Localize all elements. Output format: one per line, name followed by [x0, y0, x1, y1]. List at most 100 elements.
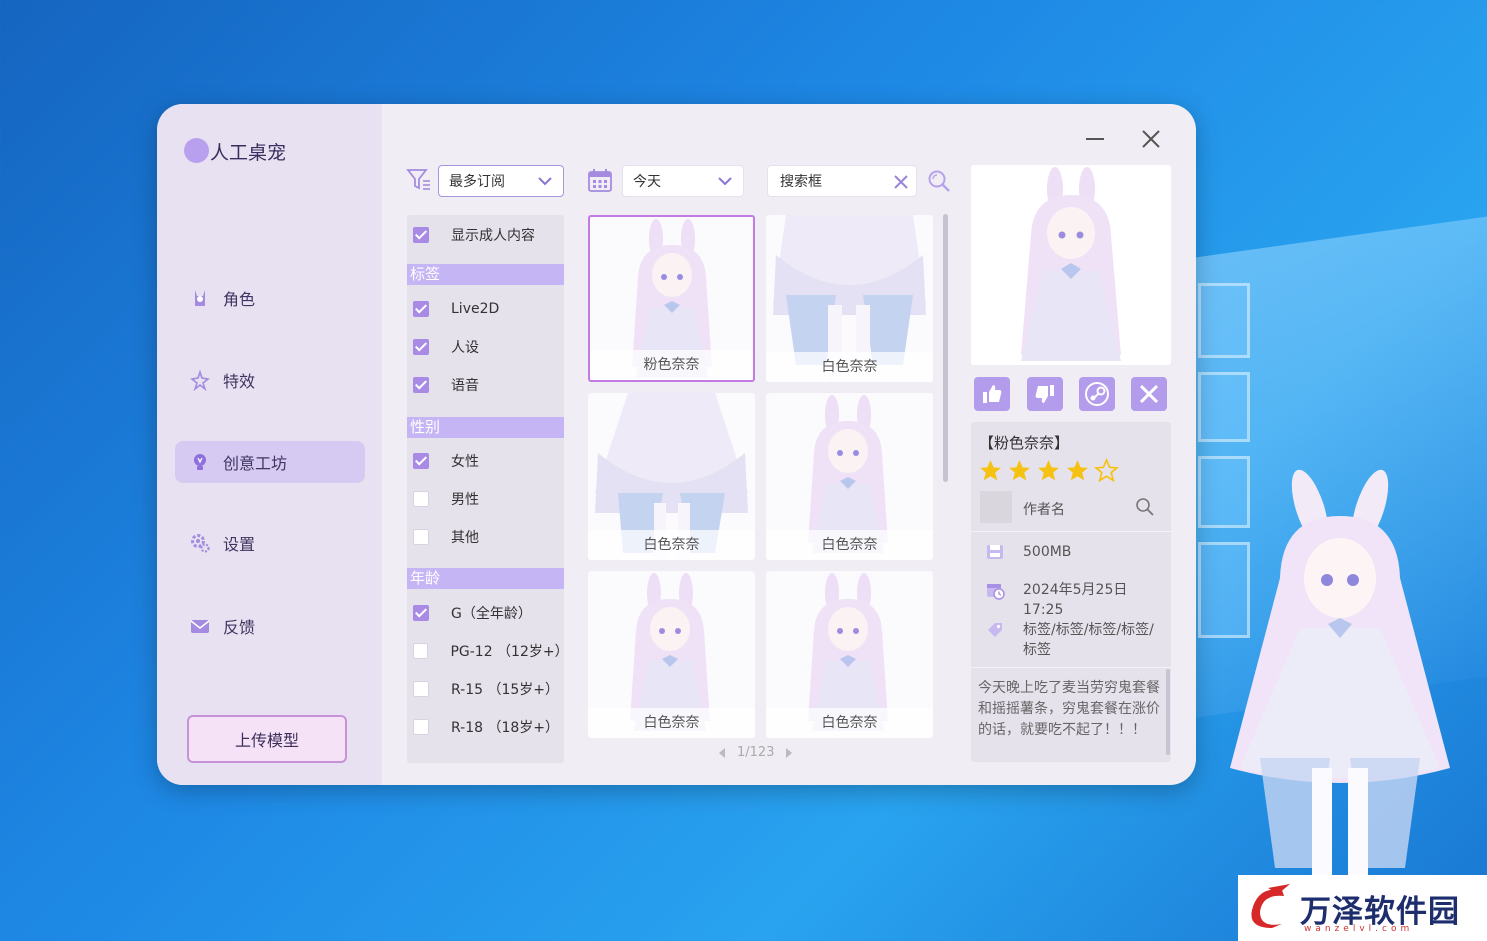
steam-button[interactable] [1079, 377, 1115, 411]
star-filled-icon[interactable] [1007, 458, 1032, 483]
preview-image [1021, 167, 1121, 361]
sidebar-item-settings[interactable]: 设置 [175, 522, 365, 564]
close-button[interactable] [1140, 128, 1162, 150]
next-page-icon[interactable] [784, 747, 794, 759]
search-input[interactable]: 搜索框 [767, 165, 917, 197]
checkbox[interactable] [413, 719, 429, 735]
watermark-subtitle: wanzelvl.com [1304, 924, 1414, 934]
checkbox[interactable] [413, 605, 429, 621]
checkbox[interactable] [413, 227, 429, 243]
checkbox-label: 女性 [451, 454, 479, 470]
star-empty-icon[interactable] [1094, 458, 1119, 483]
close-icon [1139, 384, 1159, 404]
tag-icon [988, 623, 1002, 637]
filter-panel: 显示成人内容 标签 Live2D 人设 语音 性别 女性 男性 其他 年龄 G（… [407, 215, 569, 763]
sidebar-item-workshop[interactable]: 创意工坊 [175, 441, 365, 483]
chevron-down-icon [718, 177, 732, 186]
checkbox[interactable] [413, 339, 429, 355]
model-card-label: 白色奈奈 [588, 530, 755, 560]
sidebar-item-feedback[interactable]: 反馈 [175, 605, 365, 647]
prev-page-icon[interactable] [717, 747, 727, 759]
date-select-value: 今天 [633, 174, 661, 190]
model-card[interactable]: 白色奈奈 [766, 393, 933, 560]
author-name[interactable]: 作者名 [1023, 499, 1065, 519]
rating-stars[interactable] [978, 458, 1119, 483]
sidebar-item-label: 设置 [223, 535, 256, 554]
watermark: 万泽软件园 wanzelvl.com [1238, 875, 1487, 941]
divider [971, 531, 1171, 532]
model-detail-panel: 【粉色奈奈】 作者名 500MB 2024年5月25日 17:25 标签/标签/… [971, 422, 1171, 762]
checkbox-label: PG-12 （12岁+） [450, 644, 569, 660]
search-icon[interactable] [927, 169, 951, 193]
model-card[interactable]: 白色奈奈 [766, 571, 933, 738]
calendar-icon[interactable] [587, 167, 613, 193]
search-icon[interactable] [1135, 497, 1155, 517]
gender-header: 性别 [407, 417, 564, 438]
model-card[interactable]: 粉色奈奈 [588, 215, 755, 382]
search-placeholder: 搜索框 [780, 174, 822, 190]
tag-filter-persona[interactable]: 人设 [407, 332, 564, 362]
dislike-button[interactable] [1027, 377, 1063, 411]
checkbox[interactable] [413, 529, 429, 545]
age-filter-r18[interactable]: R-18 （18岁+） [407, 712, 564, 742]
checkbox-label: 其他 [451, 530, 479, 546]
sidebar-item-label: 反馈 [223, 618, 256, 637]
age-filter-pg12[interactable]: PG-12 （12岁+） [407, 636, 569, 666]
gender-filter-female[interactable]: 女性 [407, 446, 564, 476]
upload-model-button[interactable]: 上传模型 [187, 715, 347, 763]
checkbox[interactable] [413, 377, 429, 393]
star-filled-icon[interactable] [1065, 458, 1090, 483]
pagination: 1/123 [717, 745, 794, 760]
model-card[interactable]: 白色奈奈 [588, 393, 755, 560]
checkbox[interactable] [413, 681, 429, 697]
star-filled-icon[interactable] [1036, 458, 1061, 483]
upload-date: 2024年5月25日 17:25 [1023, 582, 1128, 618]
filter-icon[interactable] [406, 166, 432, 192]
steam-icon [1085, 382, 1109, 406]
date-select[interactable]: 今天 [622, 165, 744, 197]
minimize-button[interactable] [1084, 128, 1106, 150]
checkbox[interactable] [413, 491, 429, 507]
page-indicator: 1/123 [737, 745, 775, 760]
clear-icon[interactable] [892, 173, 910, 191]
gear-icon [191, 534, 210, 553]
model-tags: 标签/标签/标签/标签/标签 [1023, 622, 1154, 658]
author-avatar[interactable] [980, 491, 1012, 523]
tag-filter-live2d[interactable]: Live2D [407, 294, 564, 324]
thumbs-up-icon [983, 385, 1002, 403]
thumbs-down-icon [1035, 385, 1054, 403]
sidebar-item-label: 特效 [223, 372, 256, 391]
checkbox[interactable] [413, 643, 429, 659]
desktop-mascot[interactable] [1200, 468, 1480, 888]
adult-content-toggle[interactable]: 显示成人内容 [407, 220, 564, 250]
like-button[interactable] [974, 377, 1010, 411]
model-card[interactable]: 白色奈奈 [766, 215, 933, 382]
gender-filter-male[interactable]: 男性 [407, 484, 564, 514]
tag-filter-voice[interactable]: 语音 [407, 370, 564, 400]
model-card-label: 白色奈奈 [766, 530, 933, 560]
age-filter-g[interactable]: G（全年龄） [407, 598, 564, 628]
model-card-label: 白色奈奈 [588, 708, 755, 738]
description-scrollbar[interactable] [1166, 669, 1170, 755]
remove-button[interactable] [1131, 377, 1167, 411]
character-icon [195, 290, 205, 306]
checkbox-label: 显示成人内容 [451, 228, 535, 244]
mail-icon [190, 620, 210, 633]
model-card[interactable]: 白色奈奈 [588, 571, 755, 738]
sidebar-item-effects[interactable]: 特效 [175, 359, 365, 401]
model-card-label: 白色奈奈 [766, 708, 933, 738]
sidebar: 人工桌宠 角色 特效 创意工坊 设置 反馈 上传模型 [157, 104, 382, 785]
app-window: 人工桌宠 角色 特效 创意工坊 设置 反馈 上传模型 最多订阅 今天 搜索框 显… [157, 104, 1196, 785]
checkbox-label: 男性 [451, 492, 479, 508]
checkbox[interactable] [413, 301, 429, 317]
grid-scrollbar[interactable] [943, 214, 948, 482]
sidebar-item-character[interactable]: 角色 [175, 277, 365, 319]
gender-filter-other[interactable]: 其他 [407, 522, 564, 552]
star-filled-icon[interactable] [978, 458, 1003, 483]
calendar-clock-icon [987, 584, 1005, 600]
sort-select[interactable]: 最多订阅 [438, 165, 564, 197]
sort-select-value: 最多订阅 [449, 174, 505, 190]
checkbox[interactable] [413, 453, 429, 469]
age-filter-r15[interactable]: R-15 （15岁+） [407, 674, 564, 704]
sidebar-item-label: 创意工坊 [223, 454, 288, 473]
